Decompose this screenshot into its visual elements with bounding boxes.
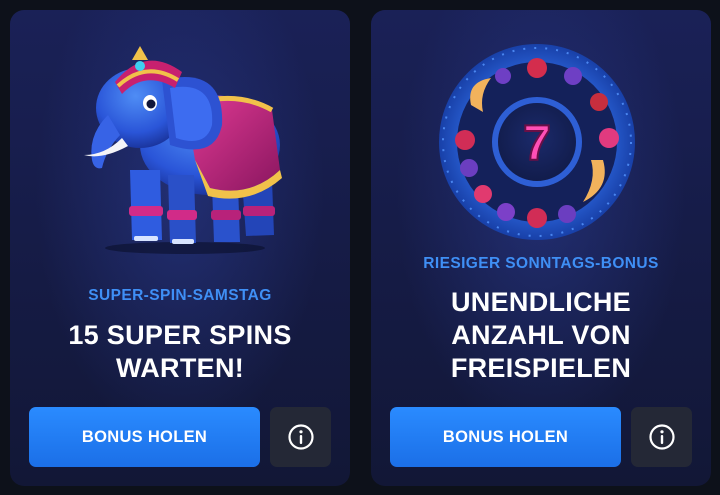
promo-headline: 15 SUPER SPINS WARTEN!	[68, 320, 292, 383]
info-button[interactable]	[270, 407, 331, 467]
get-bonus-button[interactable]: BONUS HOLEN	[390, 407, 621, 467]
promo-card-saturday: SUPER-SPIN-SAMSTAG 15 SUPER SPINS WARTEN…	[10, 10, 350, 486]
get-bonus-button[interactable]: BONUS HOLEN	[29, 407, 260, 467]
info-circle-icon	[648, 424, 675, 450]
info-circle-icon	[287, 424, 314, 450]
info-button[interactable]	[631, 407, 692, 467]
seven-digit: 7	[523, 115, 551, 171]
elephant-icon	[84, 46, 282, 254]
promo-subtitle: RIESIGER SONNTAGS-BONUS	[423, 255, 659, 272]
fruit-wheel-icon: 7	[439, 44, 635, 240]
promo-card-sunday: 7 RIESIGER SONNTAGS-BONUS UNENDLICHE ANZ…	[371, 10, 711, 486]
promo-headline: UNENDLICHE ANZAHL VON FREISPIELEN	[450, 287, 632, 383]
promo-subtitle: SUPER-SPIN-SAMSTAG	[88, 287, 272, 304]
